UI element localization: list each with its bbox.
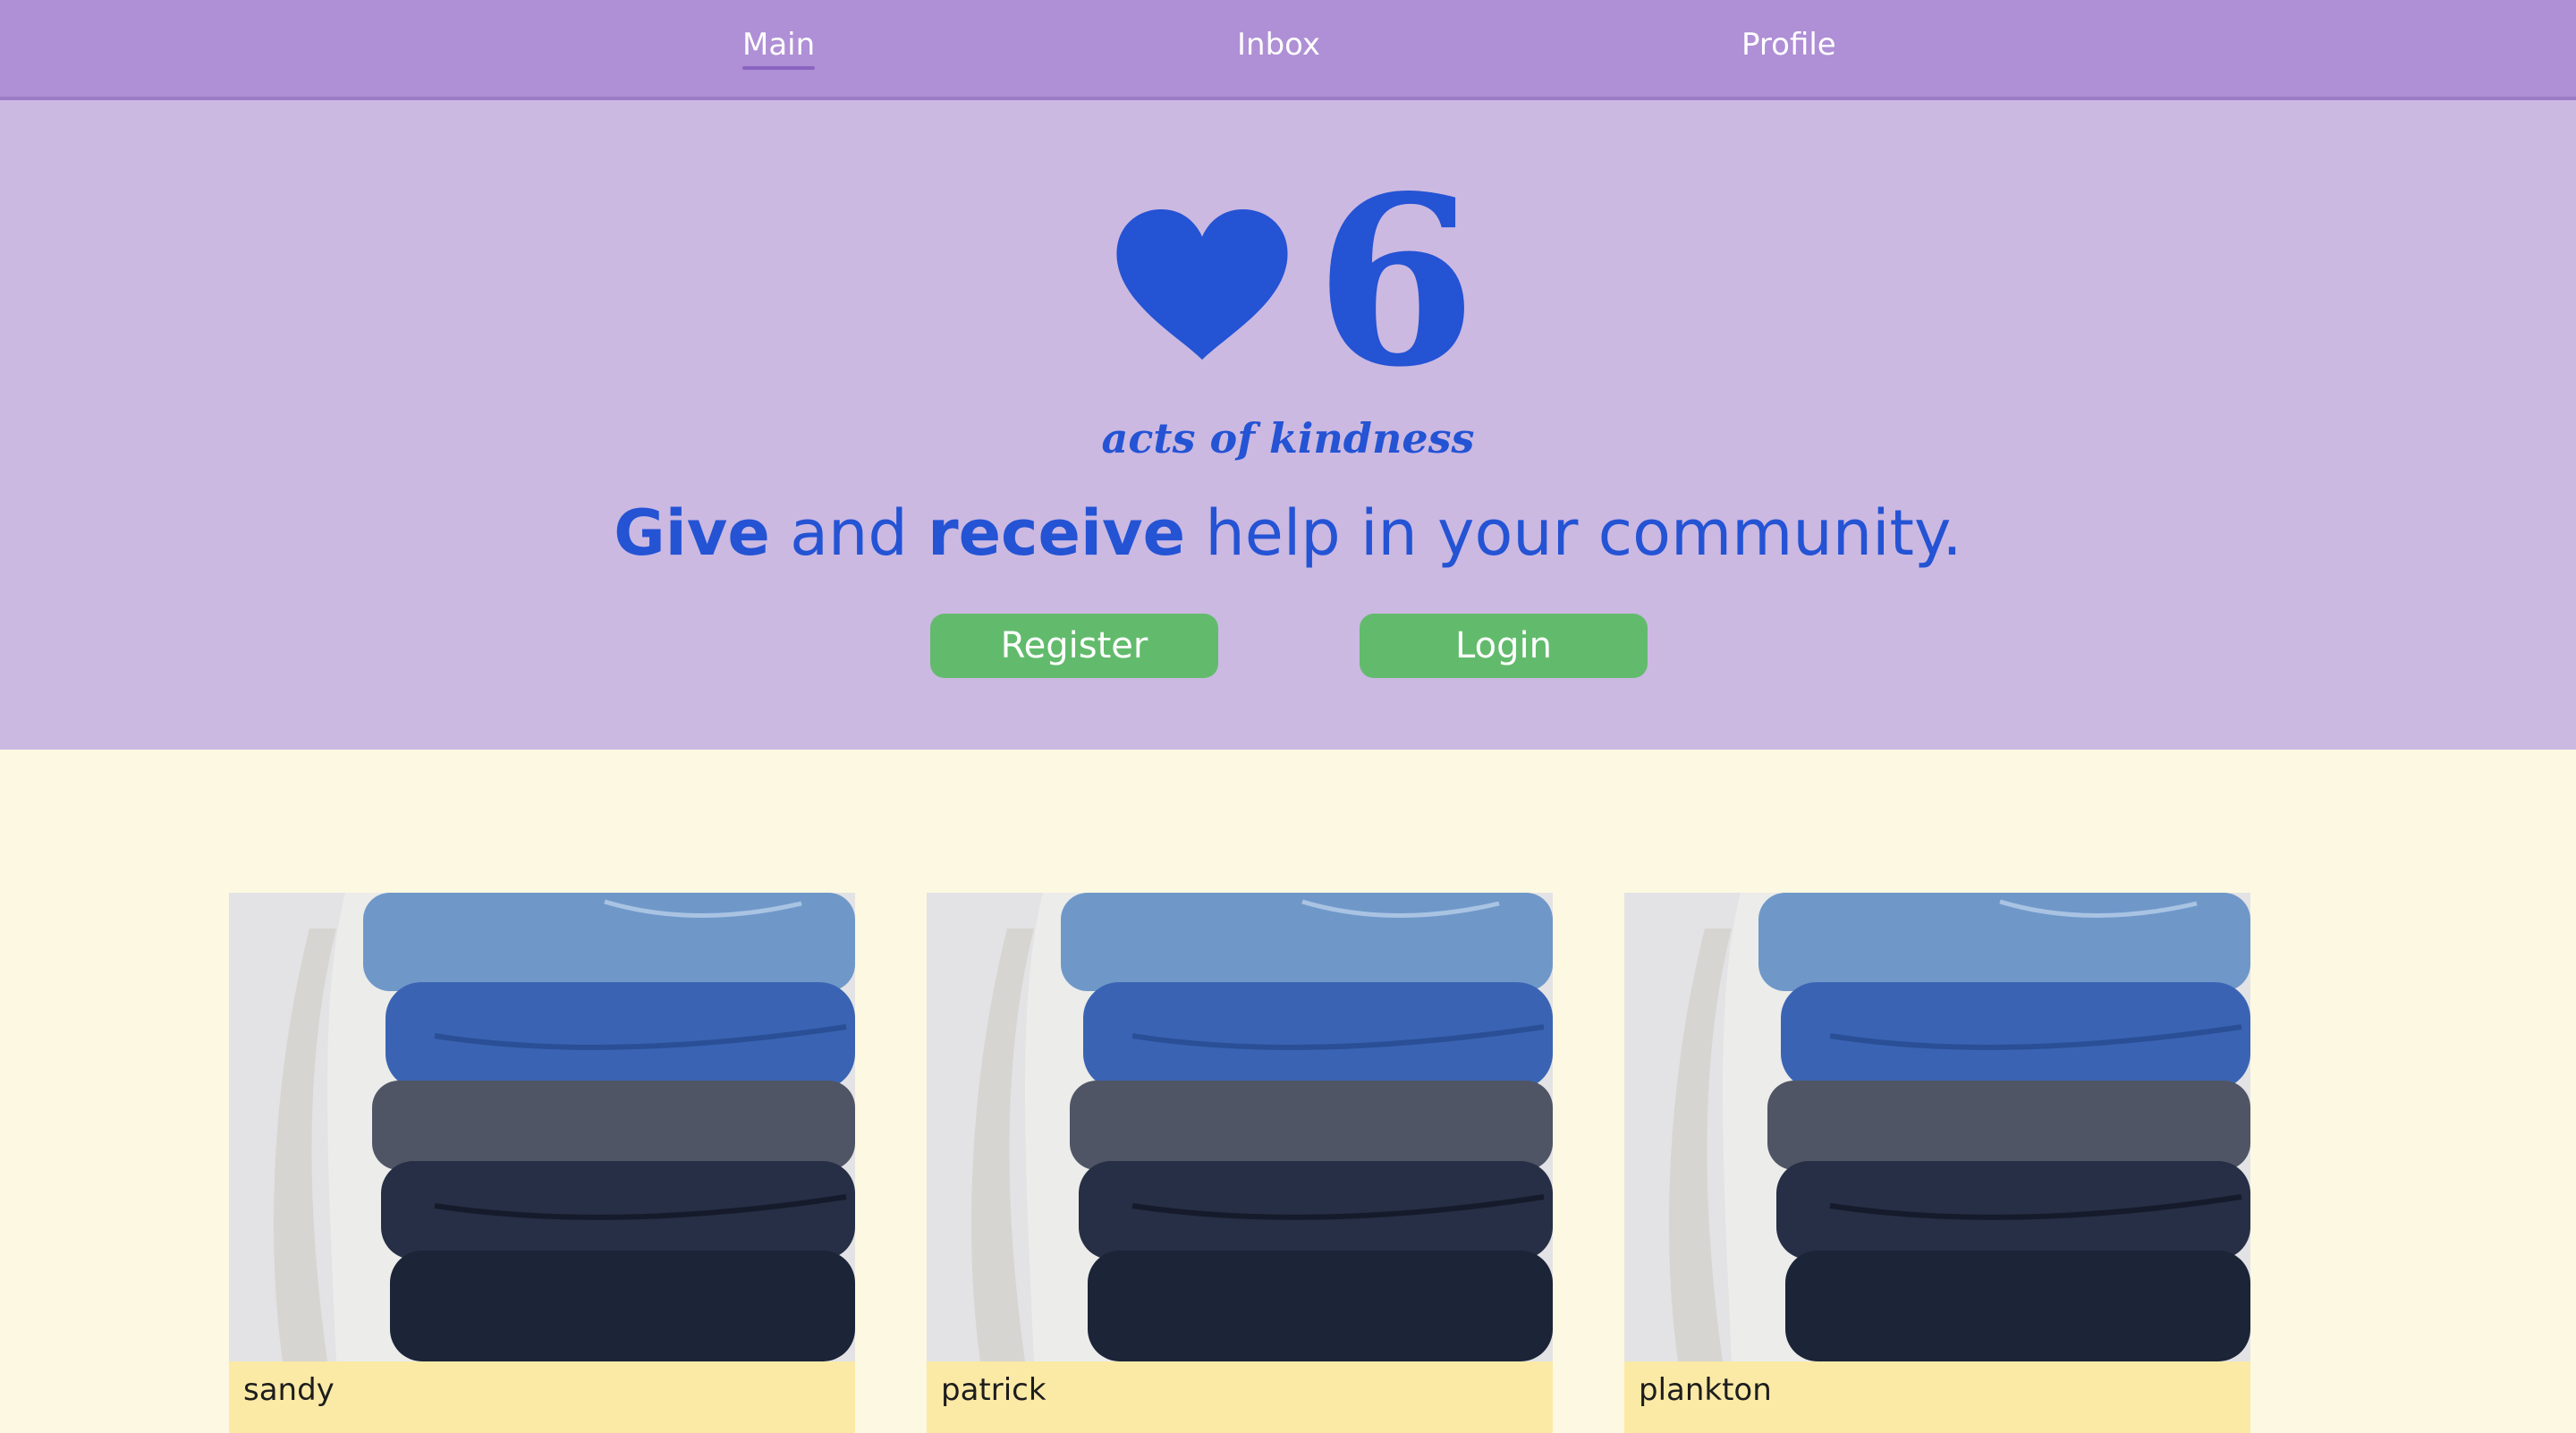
jeans-image — [229, 893, 855, 1361]
login-button[interactable]: Login — [1360, 614, 1648, 678]
post-card[interactable]: plankton — [1624, 893, 2250, 1433]
card-footer: sandy — [229, 1361, 855, 1433]
nav-link-inbox[interactable]: Inbox — [1237, 25, 1320, 70]
kindness-caption: acts of kindness — [1101, 414, 1475, 462]
card-footer: plankton — [1624, 1361, 2250, 1433]
tagline-rest: help in your community. — [1185, 496, 1962, 570]
card-username: patrick — [941, 1372, 1046, 1408]
register-button[interactable]: Register — [930, 614, 1218, 678]
post-card[interactable]: patrick — [927, 893, 1553, 1433]
tagline: Give and receive help in your community. — [0, 492, 2576, 574]
post-card[interactable]: sandy — [229, 893, 855, 1433]
hero-section: 6 acts of kindness Give and receive help… — [0, 100, 2576, 750]
card-username: plankton — [1639, 1372, 1772, 1408]
top-navigation: Main Inbox Profile — [0, 0, 2576, 100]
jeans-image — [927, 893, 1553, 1361]
card-username: sandy — [243, 1372, 335, 1408]
post-card-grid: sandy patrick plankton — [0, 750, 2576, 1433]
kindness-count: 6 — [1315, 146, 1477, 419]
tagline-receive: receive — [928, 496, 1186, 570]
jeans-image — [1624, 893, 2250, 1361]
nav-link-main[interactable]: Main — [742, 25, 816, 70]
nav-link-profile[interactable]: Profile — [1741, 25, 1836, 70]
tagline-and: and — [769, 496, 928, 570]
heart-icon — [1116, 209, 1288, 360]
card-footer: patrick — [927, 1361, 1553, 1433]
tagline-give: Give — [614, 496, 770, 570]
